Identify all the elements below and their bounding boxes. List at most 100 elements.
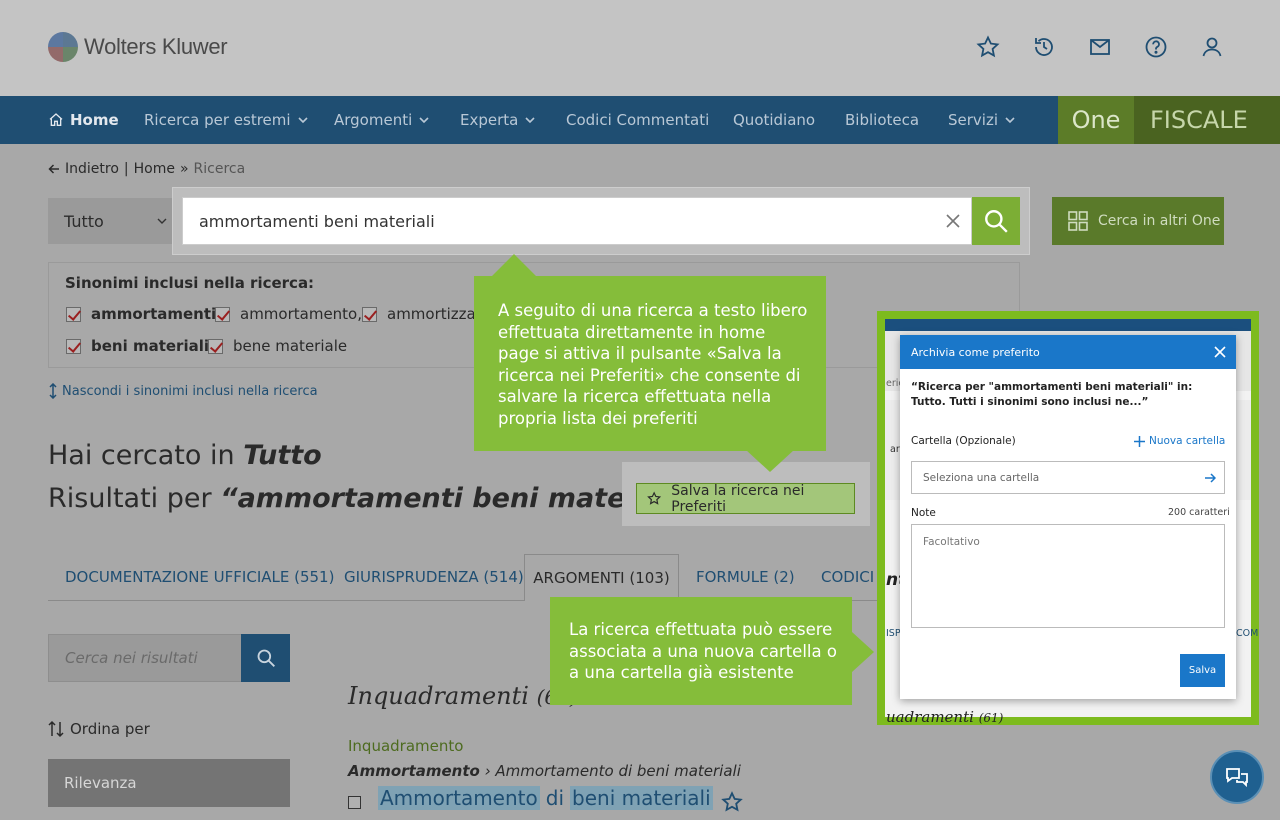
- breadcrumb-arrow: »: [179, 161, 189, 177]
- search-button[interactable]: [972, 197, 1020, 245]
- tab-argomenti[interactable]: ARGOMENTI (103): [524, 554, 679, 601]
- synonym-checkbox[interactable]: [362, 307, 377, 322]
- synonym-value: bene materiale: [233, 337, 348, 355]
- nav-label: Home: [70, 111, 119, 129]
- callout-folder: La ricerca effettuata può essere associa…: [550, 597, 852, 705]
- search-other-one-button[interactable]: Cerca in altri One: [1052, 197, 1224, 245]
- nav-label: Experta: [460, 111, 519, 129]
- search-icon: [985, 210, 1008, 233]
- result-path-root: Ammortamento: [348, 762, 480, 780]
- breadcrumb-back[interactable]: Indietro: [65, 161, 119, 177]
- logo-mark-icon: [48, 32, 78, 62]
- nav-item-servizi[interactable]: Servizi: [948, 96, 1016, 144]
- result-favorite-star-icon[interactable]: [721, 791, 743, 817]
- sort-icon: [48, 720, 64, 738]
- breadcrumb-current: Ricerca: [193, 161, 246, 177]
- result-title-word: beni materiali: [570, 786, 713, 810]
- result-title-word: Ammortamento: [378, 786, 540, 810]
- result-path-rest: › Ammortamento di beni materiali: [484, 762, 741, 780]
- mail-icon[interactable]: [1087, 34, 1113, 60]
- note-textarea[interactable]: Facoltativo: [911, 524, 1225, 628]
- nav-item-codici-commentati[interactable]: Codici Commentati: [566, 96, 709, 144]
- search-query: ammortamenti beni materiali: [199, 211, 435, 231]
- searched-in-scope: Tutto: [243, 440, 322, 471]
- search-other-label: Cerca in altri One: [1098, 213, 1221, 229]
- sort-by-text: Ordina per: [70, 720, 150, 738]
- home-icon: [49, 113, 63, 126]
- section-title: Inquadramenti (61): [348, 682, 578, 710]
- clear-icon[interactable]: [942, 210, 964, 232]
- tab-giurisprudenza[interactable]: GIURISPRUDENZA (514): [344, 554, 524, 600]
- search-icon: [257, 649, 275, 667]
- nav-item-argomenti[interactable]: Argomenti: [334, 96, 430, 144]
- nav-item-ricerca-estremi[interactable]: Ricerca per estremi: [144, 96, 309, 144]
- close-icon[interactable]: [1212, 344, 1228, 360]
- sort-option-rilevanza[interactable]: Rilevanza: [48, 759, 290, 807]
- toggle-synonyms-label: Nascondi i sinonimi inclusi nella ricerc…: [62, 383, 318, 399]
- scope-select[interactable]: Tutto: [48, 198, 182, 244]
- inset-nav-bar: [885, 319, 1251, 331]
- new-folder-button[interactable]: Nuova cartella: [1134, 435, 1225, 447]
- help-icon[interactable]: [1143, 34, 1169, 60]
- callout-save-search: A seguito di una ricerca a testo libero …: [474, 276, 826, 451]
- synonym-checkbox[interactable]: [215, 307, 230, 322]
- synonym-term: beni materiali:: [91, 337, 215, 355]
- nav-label: Quotidiano: [733, 111, 816, 129]
- nav-label: Codici Commentati: [566, 111, 710, 129]
- inset-bg-section: uadramenti (61): [886, 708, 1003, 726]
- product-label[interactable]: FISCALE: [1134, 96, 1280, 144]
- tab-documentazione[interactable]: DOCUMENTAZIONE UFFICIALE (551): [65, 554, 334, 600]
- one-badge[interactable]: One: [1058, 96, 1134, 144]
- new-folder-label: Nuova cartella: [1149, 435, 1226, 447]
- searched-in-heading: Hai cercato in Tutto: [48, 440, 322, 471]
- tab-formule[interactable]: FORMULE (2): [696, 554, 795, 600]
- folder-select[interactable]: Seleziona una cartella: [911, 461, 1225, 494]
- search-input[interactable]: ammortamenti beni materiali: [182, 197, 972, 245]
- star-icon: [647, 491, 662, 505]
- user-icon[interactable]: [1199, 34, 1225, 60]
- nav-label: Biblioteca: [845, 111, 920, 129]
- synonym-term: ammortamenti:: [91, 305, 223, 323]
- arrow-right-icon: [1205, 472, 1216, 483]
- result-checkbox[interactable]: [348, 796, 361, 809]
- chat-button[interactable]: [1210, 750, 1264, 804]
- inset-bg-text: ar: [890, 444, 900, 455]
- brand-logo[interactable]: Wolters Kluwer: [48, 32, 228, 62]
- save-search-favorites-button[interactable]: Salva la ricerca nei Preferiti: [636, 483, 855, 515]
- synonym-checkbox[interactable]: [66, 339, 81, 354]
- chevron-down-icon: [525, 117, 535, 124]
- grid-icon: [1068, 211, 1088, 231]
- result-category: Inquadramento: [348, 737, 464, 755]
- inset-bg-section-count: (61): [978, 711, 1004, 725]
- chevron-down-icon: [298, 117, 308, 124]
- section-title-text: Inquadramenti: [348, 682, 529, 710]
- nav-item-home[interactable]: Home: [48, 96, 119, 144]
- breadcrumb-sep: |: [123, 161, 129, 177]
- arrow-left-icon: [48, 164, 59, 174]
- breadcrumb-home[interactable]: Home: [134, 161, 175, 177]
- result-title-link[interactable]: Ammortamento di beni materiali: [378, 786, 713, 810]
- plus-icon: [1134, 435, 1145, 447]
- callout-pointer-right: [852, 632, 874, 672]
- chat-icon: [1226, 768, 1248, 788]
- note-label: Note: [911, 507, 936, 519]
- favorites-star-icon[interactable]: [975, 34, 1001, 60]
- brand-name: Wolters Kluwer: [84, 34, 228, 59]
- nav-item-quotidiano[interactable]: Quotidiano: [733, 96, 815, 144]
- synonym-checkbox[interactable]: [208, 339, 223, 354]
- nav-label: Argomenti: [334, 111, 413, 129]
- chevron-down-icon: [1005, 117, 1015, 124]
- synonym-checkbox[interactable]: [66, 307, 81, 322]
- toggle-synonyms-link[interactable]: Nascondi i sinonimi inclusi nella ricerc…: [48, 383, 318, 399]
- filter-results-input[interactable]: Cerca nei risultati: [48, 634, 242, 682]
- searched-in-prefix: Hai cercato in: [48, 440, 235, 471]
- note-char-count: 200 caratteri: [1168, 507, 1230, 518]
- modal-title: Archivia come preferito: [900, 335, 1236, 369]
- nav-item-experta[interactable]: Experta: [460, 96, 536, 144]
- history-icon[interactable]: [1031, 34, 1057, 60]
- inset-bg-tab: COM: [1236, 628, 1259, 639]
- modal-save-button[interactable]: Salva: [1180, 654, 1225, 687]
- filter-search-button[interactable]: [241, 634, 290, 682]
- nav-item-biblioteca[interactable]: Biblioteca: [845, 96, 919, 144]
- nav-label: Servizi: [948, 111, 999, 129]
